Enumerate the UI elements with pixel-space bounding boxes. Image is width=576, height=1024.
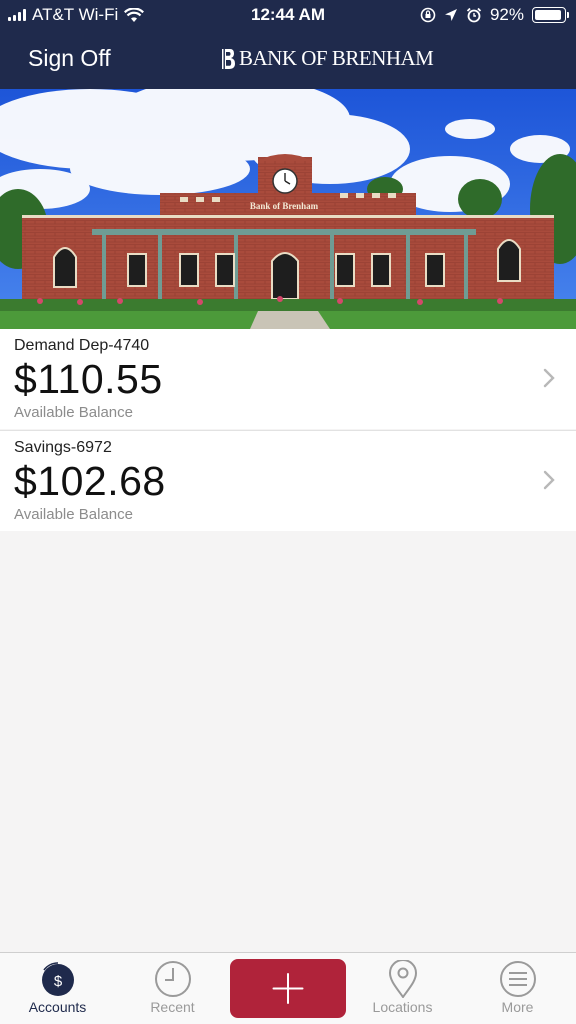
account-name: Demand Dep-4740 — [14, 337, 150, 354]
add-action-button[interactable] — [230, 959, 346, 1018]
bank-logo: BANK OF BRENHAM — [220, 46, 434, 71]
chevron-right-icon — [543, 368, 555, 388]
location-pin-icon — [388, 960, 417, 998]
tab-locations[interactable]: Locations — [345, 953, 460, 1024]
balance-caption: Available Balance — [14, 506, 133, 523]
tab-label: Locations — [372, 999, 433, 1015]
account-row-savings[interactable]: Savings-6972 $102.68 Available Balance — [0, 431, 576, 531]
tab-recent[interactable]: Recent — [115, 953, 230, 1024]
account-row-demand-deposit[interactable]: Demand Dep-4740 $110.55 Available Balanc… — [0, 329, 576, 429]
bank-logo-text: BANK OF BRENHAM — [239, 46, 434, 70]
bank-logo-mark-icon — [222, 48, 235, 69]
clock-icon — [154, 961, 191, 997]
alarm-icon — [466, 7, 482, 23]
plus-icon — [272, 973, 304, 1004]
tab-bar: $ Accounts Recent Locations More — [0, 952, 576, 1024]
tab-label: Recent — [150, 999, 195, 1015]
battery-percent: 92% — [489, 5, 524, 24]
dollar-icon: $ — [41, 962, 74, 996]
sign-off-button[interactable]: Sign Off — [28, 45, 111, 72]
menu-icon — [499, 961, 536, 997]
account-balance: $110.55 — [14, 356, 163, 402]
tab-more[interactable]: More — [460, 953, 575, 1024]
location-arrow-icon — [444, 9, 457, 21]
balance-caption: Available Balance — [14, 404, 133, 421]
tab-label: More — [501, 999, 534, 1015]
battery-icon — [532, 7, 569, 23]
tab-label: Accounts — [28, 999, 87, 1015]
bank-building-photo: Bank of Brenham — [0, 89, 576, 329]
tab-accounts[interactable]: $ Accounts — [0, 953, 115, 1024]
orientation-lock-icon — [420, 7, 436, 23]
svg-text:$: $ — [53, 973, 62, 990]
status-bar: AT&T Wi-Fi 12:44 AM 92% — [0, 0, 576, 30]
top-bar: AT&T Wi-Fi 12:44 AM 92% Sign Off BANK OF… — [0, 0, 576, 89]
account-name: Savings-6972 — [14, 439, 112, 456]
chevron-right-icon — [543, 470, 555, 490]
building-sign-text: Bank of Brenham — [250, 201, 319, 211]
account-balance: $102.68 — [14, 458, 166, 504]
